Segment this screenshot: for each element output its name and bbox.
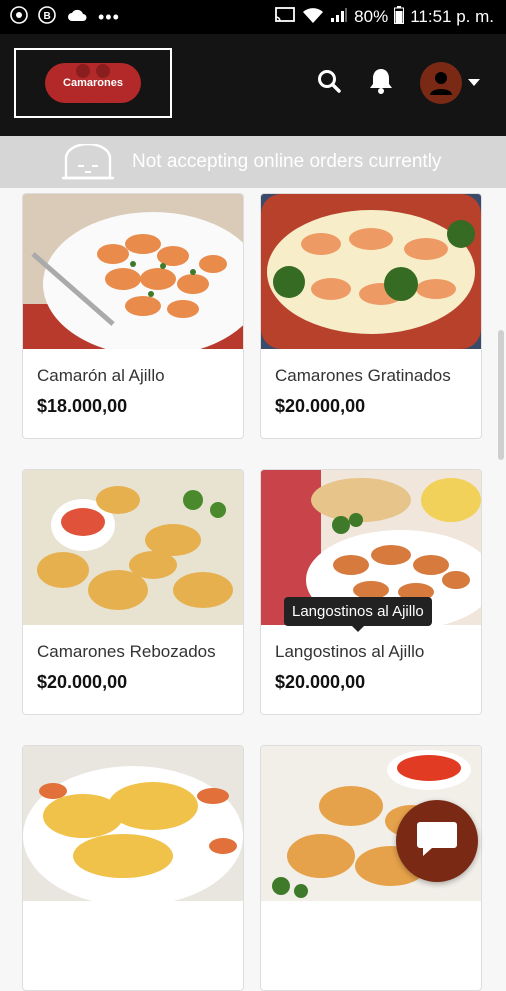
product-name: Camarones Gratinados xyxy=(275,366,451,385)
product-photo xyxy=(23,470,243,625)
closed-banner: Not accepting online orders currently xyxy=(0,136,506,188)
notification-icon xyxy=(10,5,28,29)
product-price: $18.000,00 xyxy=(37,396,128,416)
product-name: Langostinos al Ajillo xyxy=(275,642,425,661)
scrollbar-thumb[interactable] xyxy=(498,330,504,460)
product-card[interactable]: Camarones Gratinados $20.000,00 xyxy=(260,193,482,439)
more-dots-icon: ••• xyxy=(98,6,120,27)
search-icon[interactable] xyxy=(316,68,342,99)
caret-down-icon[interactable] xyxy=(468,74,480,92)
product-card[interactable]: Camarones Rebozados $20.000,00 xyxy=(22,469,244,715)
product-photo xyxy=(23,746,243,906)
bell-icon[interactable] xyxy=(368,67,394,100)
product-price: $20.000,00 xyxy=(37,672,128,692)
product-name: Camarones Rebozados xyxy=(37,642,216,661)
product-photo xyxy=(23,194,243,356)
logo-text: Camarones xyxy=(63,77,123,89)
product-name-tooltip: Langostinos al Ajillo xyxy=(284,597,432,632)
product-card[interactable]: Langostinos al Ajillo $20.000,00 xyxy=(260,469,482,715)
product-photo xyxy=(261,194,481,349)
svg-text:B: B xyxy=(44,11,51,22)
logo-badge: Camarones xyxy=(45,63,141,103)
wifi-icon xyxy=(302,6,324,29)
chat-button[interactable] xyxy=(396,800,478,882)
restaurant-logo[interactable]: Camarones xyxy=(14,48,172,118)
closed-sign-icon xyxy=(60,142,116,180)
product-price: $20.000,00 xyxy=(275,396,366,416)
battery-percent: 80% xyxy=(354,7,389,26)
status-bar: B ••• 80% 11:51 p. m. xyxy=(0,0,506,34)
profile-menu[interactable] xyxy=(420,62,480,104)
closed-message: Not accepting online orders currently xyxy=(132,151,442,172)
clock-time: 11:51 p. m. xyxy=(410,7,494,26)
cast-icon xyxy=(274,6,296,29)
product-name: Camarón al Ajillo xyxy=(37,366,165,385)
battery-icon xyxy=(394,5,405,29)
product-price: $20.000,00 xyxy=(275,672,366,692)
cloud-icon xyxy=(66,7,88,28)
avatar[interactable] xyxy=(420,62,462,104)
b-icon: B xyxy=(38,5,56,29)
signal-icon xyxy=(330,7,348,28)
product-card[interactable] xyxy=(22,745,244,991)
chat-bubble-icon xyxy=(416,820,458,863)
product-card[interactable]: Camarón al Ajillo $18.000,00 xyxy=(22,193,244,439)
app-header: Camarones xyxy=(0,34,506,136)
